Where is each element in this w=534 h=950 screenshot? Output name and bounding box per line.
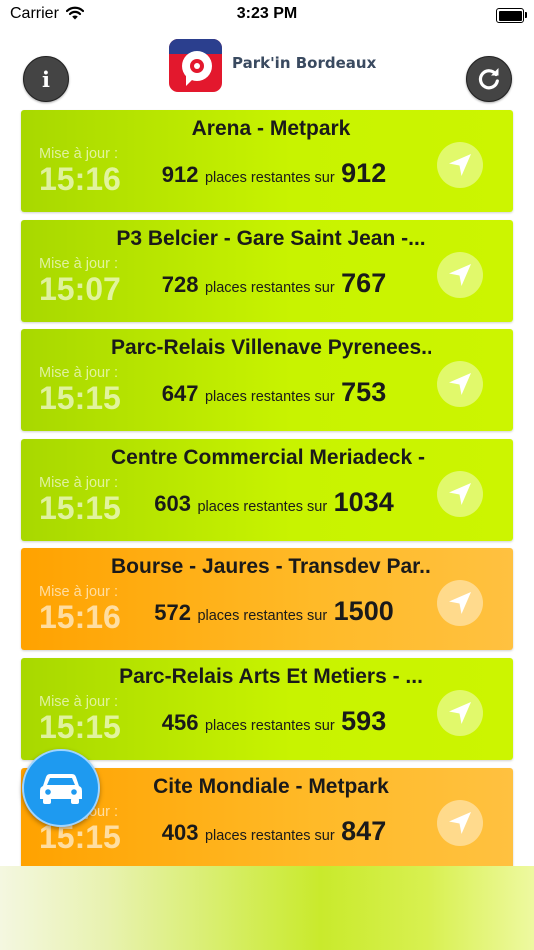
parking-card[interactable]: P3 Belcier - Gare Saint Jean -... Mise à… — [21, 219, 513, 322]
parking-card[interactable]: Centre Commercial Meriadeck - ... Mise à… — [21, 438, 513, 541]
places-label: places restantes sur — [197, 608, 328, 625]
places-total: 1034 — [333, 486, 394, 517]
parking-card[interactable]: Arena - Metpark Mise à jour : 15:16 912 … — [21, 110, 513, 212]
update-label: Mise à jour : — [39, 255, 118, 272]
places-available: 912 — [161, 162, 199, 187]
parking-name: Centre Commercial Meriadeck - ... — [111, 445, 431, 469]
places-available: 403 — [161, 819, 199, 845]
places-info: 728 places restantes sur 767 — [129, 268, 419, 299]
places-label: places restantes sur — [204, 827, 335, 844]
places-info: 572 places restantes sur 1500 — [129, 596, 419, 627]
parking-card[interactable]: Bourse - Jaures - Transdev Par... Mise à… — [21, 548, 513, 651]
parking-name: Arena - Metpark — [191, 117, 351, 140]
navigation-arrow-icon — [449, 263, 471, 286]
navigation-arrow-icon — [449, 592, 471, 615]
places-total: 1500 — [333, 596, 394, 627]
parking-card[interactable]: Parc-Relais Villenave Pyrenees... Mise à… — [21, 329, 513, 432]
app-title: Park'in Bordeaux — [232, 54, 377, 72]
info-button[interactable]: i — [23, 56, 69, 102]
places-total: 912 — [341, 158, 387, 188]
navigation-arrow-icon — [449, 154, 471, 176]
navigate-button[interactable] — [437, 689, 483, 736]
navigation-arrow-icon — [449, 482, 471, 505]
places-info: 456 places restantes sur 593 — [129, 706, 419, 737]
update-time: 15:15 — [39, 708, 121, 745]
info-icon: i — [42, 66, 50, 92]
update-time: 15:07 — [39, 270, 121, 307]
places-available: 572 — [154, 600, 191, 626]
navigation-arrow-icon — [449, 811, 471, 834]
places-label: places restantes sur — [204, 170, 335, 186]
places-info: 647 places restantes sur 753 — [129, 377, 419, 408]
navigate-button[interactable] — [437, 580, 483, 627]
navigate-button[interactable] — [437, 799, 483, 846]
places-available: 603 — [154, 490, 191, 516]
places-available: 647 — [161, 381, 199, 407]
parking-name: P3 Belcier - Gare Saint Jean -... — [116, 226, 426, 250]
update-time: 15:16 — [39, 599, 121, 636]
parking-name: Parc-Relais Arts Et Metiers - ... — [119, 664, 423, 688]
parking-p-logo-icon — [169, 39, 222, 92]
battery-icon — [496, 8, 527, 23]
places-total: 753 — [341, 377, 387, 408]
parking-name: Cite Mondiale - Metpark — [153, 774, 389, 798]
places-total: 593 — [341, 705, 387, 736]
places-info: 912 places restantes sur 912 — [129, 158, 419, 189]
app-header: i Park'in Bordeaux — [0, 30, 534, 108]
refresh-icon — [478, 68, 499, 90]
navigate-button[interactable] — [437, 251, 483, 298]
places-label: places restantes sur — [204, 717, 335, 734]
navigation-arrow-icon — [449, 701, 471, 724]
places-available: 456 — [161, 709, 199, 735]
places-total: 767 — [341, 267, 387, 298]
car-fab-button[interactable] — [22, 749, 100, 827]
places-label: places restantes sur — [204, 389, 335, 406]
update-label: Mise à jour : — [39, 474, 118, 491]
navigate-button[interactable] — [437, 361, 483, 408]
navigate-button[interactable] — [437, 470, 483, 517]
update-label: Mise à jour : — [39, 693, 118, 710]
update-time: 15:15 — [39, 380, 121, 417]
navigation-arrow-icon — [449, 373, 471, 396]
places-info: 403 places restantes sur 847 — [129, 816, 419, 847]
parking-card[interactable]: Parc-Relais Arts Et Metiers - ... Mise à… — [21, 657, 513, 760]
places-info: 603 places restantes sur 1034 — [129, 487, 419, 518]
status-time: 3:23 PM — [236, 5, 298, 22]
status-bar: Carrier 3:23 PM — [0, 0, 534, 30]
refresh-button[interactable] — [466, 56, 512, 102]
navigate-button[interactable] — [437, 142, 483, 188]
bottom-banner — [0, 866, 534, 950]
update-label: Mise à jour : — [39, 365, 118, 382]
parking-name: Parc-Relais Villenave Pyrenees... — [111, 336, 431, 360]
places-available: 728 — [161, 271, 199, 297]
update-time: 15:15 — [39, 489, 121, 526]
car-icon — [40, 774, 82, 804]
places-label: places restantes sur — [197, 498, 328, 515]
parking-list: Arena - Metpark Mise à jour : 15:16 912 … — [21, 110, 513, 877]
update-label: Mise à jour : — [39, 146, 118, 162]
places-label: places restantes sur — [204, 279, 335, 296]
update-time: 15:16 — [39, 161, 121, 197]
parking-name: Bourse - Jaures - Transdev Par... — [111, 555, 431, 579]
places-total: 847 — [341, 815, 387, 846]
update-label: Mise à jour : — [39, 584, 118, 601]
